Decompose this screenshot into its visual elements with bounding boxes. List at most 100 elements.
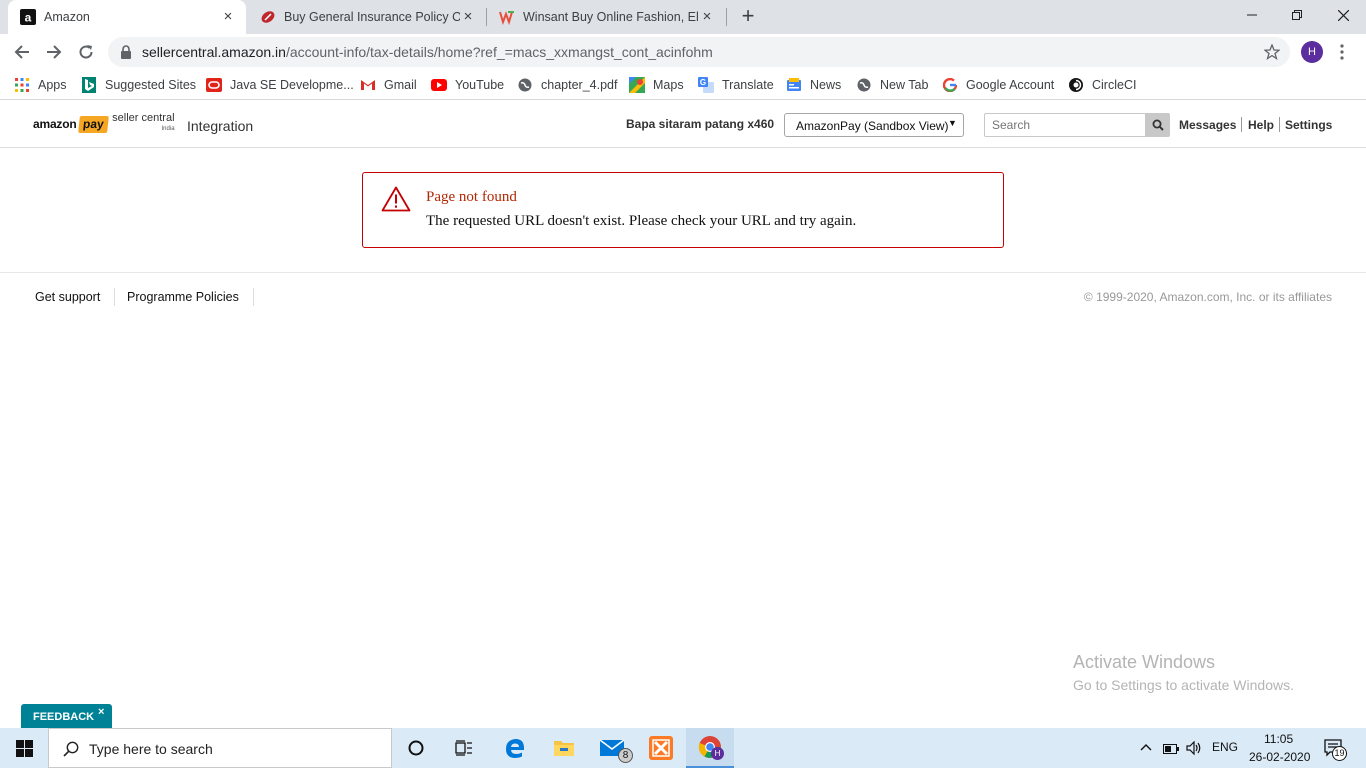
bookmark-label: Google Account (966, 78, 1055, 92)
tab-title: Winsant Buy Online Fashion, Elec (523, 10, 699, 24)
svg-text:G: G (700, 78, 706, 87)
bookmark-star-icon[interactable] (1264, 44, 1280, 60)
taskbar-search-box[interactable]: Type here to search (48, 728, 392, 768)
cortana-circle-icon (408, 740, 424, 756)
integration-menu[interactable]: Integration (187, 118, 253, 134)
circleci-icon (1068, 77, 1084, 93)
warning-triangle-icon (381, 186, 411, 212)
search-button[interactable] (1145, 113, 1170, 137)
forward-button[interactable] (40, 38, 68, 66)
show-hidden-icons-chevron-icon[interactable] (1140, 740, 1152, 754)
windows-taskbar: Type here to search 8 H ENG 11:05 26-02-… (0, 728, 1366, 768)
bookmark-suggested-sites[interactable]: Suggested Sites (81, 76, 196, 94)
back-button[interactable] (8, 38, 36, 66)
footer-separator (114, 288, 115, 306)
activate-windows-subtitle: Go to Settings to activate Windows. (1073, 677, 1294, 693)
tab-close-icon[interactable]: × (220, 9, 236, 25)
task-view-icon (455, 740, 472, 756)
logo-region: India (161, 126, 175, 132)
task-view-button[interactable] (440, 728, 488, 768)
bookmark-java-se[interactable]: Java SE Developme... (206, 76, 354, 94)
edge-taskbar-button[interactable] (491, 728, 539, 768)
profile-avatar[interactable]: H (1301, 41, 1323, 63)
oracle-icon (206, 77, 222, 93)
get-support-link[interactable]: Get support (35, 290, 100, 304)
folder-icon (554, 741, 574, 756)
clock-time[interactable]: 11:05 (1264, 732, 1293, 746)
help-link[interactable]: Help (1248, 118, 1274, 132)
battery-icon[interactable] (1163, 743, 1179, 757)
feedback-close-icon[interactable]: × (98, 706, 104, 718)
close-window-button[interactable] (1320, 0, 1366, 30)
search-icon (1152, 119, 1164, 131)
minimize-button[interactable] (1229, 0, 1275, 30)
bookmark-apps[interactable]: Apps (14, 76, 67, 94)
browser-tab-strip: a Amazon × Buy General Insurance Policy … (0, 0, 1366, 34)
chrome-taskbar-button[interactable]: H (686, 728, 734, 768)
apps-grid-icon (14, 77, 30, 93)
action-center-button[interactable]: 19 (1324, 739, 1347, 761)
bookmark-google-account[interactable]: Google Account (942, 76, 1054, 94)
tab-amazon[interactable]: a Amazon × (8, 0, 246, 34)
amazon-favicon-icon: a (20, 9, 36, 25)
dropdown-arrow-icon: ▼ (948, 118, 957, 128)
bookmark-chapter-pdf[interactable]: chapter_4.pdf (517, 76, 617, 94)
address-bar[interactable]: sellercentral.amazon.in/account-info/tax… (108, 37, 1290, 67)
chrome-menu-icon[interactable] (1338, 44, 1346, 60)
bookmark-new-tab[interactable]: New Tab (856, 76, 928, 94)
restore-button[interactable] (1274, 0, 1320, 30)
xampp-taskbar-button[interactable] (637, 728, 685, 768)
insurance-favicon-icon (260, 9, 276, 25)
messages-link[interactable]: Messages (1179, 118, 1236, 132)
bookmark-label: Java SE Developme... (230, 78, 354, 92)
start-button[interactable] (0, 728, 48, 768)
bookmark-label: YouTube (455, 78, 505, 92)
tab-insurance[interactable]: Buy General Insurance Policy Onl × (248, 0, 486, 34)
language-indicator[interactable]: ENG (1212, 740, 1238, 754)
tab-winsant[interactable]: Winsant Buy Online Fashion, Elec × (487, 0, 725, 34)
bookmark-label: Gmail (384, 78, 417, 92)
bookmark-label: CircleCI (1092, 78, 1137, 92)
bookmark-gmail[interactable]: Gmail (360, 76, 417, 94)
logo-pay-badge: pay (78, 115, 110, 133)
footer-separator (253, 288, 254, 306)
bookmark-youtube[interactable]: YouTube (431, 76, 504, 94)
programme-policies-link[interactable]: Programme Policies (127, 290, 239, 304)
reload-button[interactable] (72, 38, 100, 66)
new-tab-button[interactable]: + (738, 4, 758, 28)
tab-separator (726, 8, 727, 26)
error-alert-box: Page not found The requested URL doesn't… (362, 172, 1004, 248)
copyright-text: © 1999-2020, Amazon.com, Inc. or its aff… (1083, 290, 1332, 304)
cortana-button[interactable] (392, 728, 440, 768)
browser-toolbar: sellercentral.amazon.in/account-info/tax… (0, 34, 1366, 70)
search-input[interactable] (984, 113, 1146, 137)
mail-badge: 8 (618, 748, 633, 763)
tab-close-icon[interactable]: × (460, 9, 476, 25)
footer-divider (0, 272, 1366, 273)
activate-windows-title: Activate Windows (1073, 652, 1216, 672)
header-separator (1241, 117, 1242, 132)
url-path: /account-info/tax-details/home?ref_=macs… (285, 44, 713, 60)
windows-logo-icon (15, 739, 33, 757)
seller-central-header: amazon pay seller central India Integrat… (0, 103, 1366, 148)
tab-title: Buy General Insurance Policy Onl (284, 10, 460, 24)
file-explorer-button[interactable] (540, 728, 588, 768)
bookmark-circleci[interactable]: CircleCI (1068, 76, 1136, 94)
youtube-icon (431, 77, 447, 93)
notification-count-badge: 19 (1332, 746, 1347, 761)
bing-icon (81, 77, 97, 93)
bookmark-translate[interactable]: G Translate (698, 76, 774, 94)
bookmark-label: Maps (653, 78, 684, 92)
bookmark-news[interactable]: News (786, 76, 841, 94)
clock-date[interactable]: 26-02-2020 (1249, 750, 1310, 764)
bookmark-label: chapter_4.pdf (541, 78, 618, 92)
amazon-pay-seller-central-logo[interactable]: amazon pay seller central India (33, 109, 175, 139)
mail-taskbar-button[interactable]: 8 (588, 728, 636, 768)
marketplace-select[interactable]: AmazonPay (Sandbox View) (784, 113, 964, 137)
tab-title: Amazon (44, 10, 90, 24)
volume-icon[interactable] (1186, 740, 1202, 758)
url-host: sellercentral.amazon.in (142, 44, 286, 60)
settings-link[interactable]: Settings (1285, 118, 1332, 132)
tab-close-icon[interactable]: × (699, 9, 715, 25)
bookmark-maps[interactable]: Maps (629, 76, 684, 94)
